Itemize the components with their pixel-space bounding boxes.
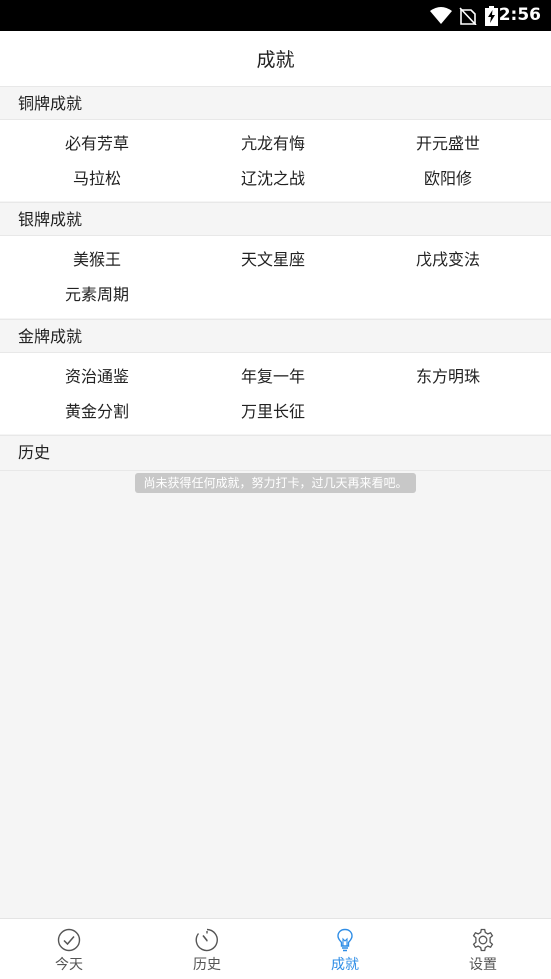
section-header-bronze: 铜牌成就 <box>0 86 551 120</box>
achievement-item[interactable]: 元素周期 <box>5 277 189 312</box>
lightbulb-icon <box>333 928 357 952</box>
achievement-item[interactable]: 必有芳草 <box>5 126 189 161</box>
achievement-item[interactable]: 开元盛世 <box>356 126 540 161</box>
nav-label: 今天 <box>55 957 83 973</box>
achievement-item[interactable]: 天文星座 <box>181 242 365 277</box>
nav-item-achievements[interactable]: 成就 <box>276 919 414 979</box>
nav-item-settings[interactable]: 设置 <box>414 919 551 979</box>
achievement-item[interactable]: 亢龙有悔 <box>181 126 365 161</box>
achievement-item[interactable]: 万里长征 <box>181 394 365 429</box>
section-title: 历史 <box>18 443 51 462</box>
status-time: 2:56 <box>498 5 541 25</box>
bronze-achievements: 必有芳草 亢龙有悔 开元盛世 马拉松 辽沈之战 欧阳修 <box>0 120 551 201</box>
section-header-history: 历史 <box>0 435 551 471</box>
achievement-item[interactable]: 年复一年 <box>181 359 365 394</box>
page-title: 成就 <box>256 49 295 71</box>
status-bar: 2:56 <box>0 0 551 31</box>
achievement-item[interactable]: 资治通鉴 <box>5 359 189 394</box>
achievement-item[interactable]: 马拉松 <box>5 161 189 196</box>
nav-item-today[interactable]: 今天 <box>0 919 138 979</box>
achievement-item[interactable]: 东方明珠 <box>356 359 540 394</box>
section-title: 银牌成就 <box>18 210 83 229</box>
achievement-item[interactable]: 欧阳修 <box>356 161 540 196</box>
nav-item-history[interactable]: 历史 <box>138 919 276 979</box>
check-circle-icon <box>57 928 81 952</box>
section-title: 金牌成就 <box>18 327 83 346</box>
achievement-item[interactable]: 黄金分割 <box>5 394 189 429</box>
gear-icon <box>471 928 495 952</box>
section-header-silver: 银牌成就 <box>0 202 551 236</box>
timer-icon <box>195 928 219 952</box>
no-sim-icon <box>459 0 477 31</box>
nav-label: 成就 <box>331 957 359 973</box>
nav-label: 历史 <box>193 957 221 973</box>
gold-achievements: 资治通鉴 年复一年 东方明珠 黄金分割 万里长征 <box>0 353 551 434</box>
section-title: 铜牌成就 <box>18 94 83 113</box>
section-header-gold: 金牌成就 <box>0 319 551 353</box>
achievement-item[interactable]: 美猴王 <box>5 242 189 277</box>
battery-charging-icon <box>485 0 498 31</box>
achievement-item[interactable]: 戊戌变法 <box>356 242 540 277</box>
toast-message: 尚未获得任何成就，努力打卡，过几天再来看吧。 <box>135 473 416 493</box>
silver-achievements: 美猴王 天文星座 戊戌变法 元素周期 <box>0 236 551 318</box>
title-bar: 成就 <box>0 31 551 87</box>
wifi-icon <box>430 0 452 31</box>
achievement-item[interactable]: 辽沈之战 <box>181 161 365 196</box>
bottom-nav: 今天 历史 成就 设置 <box>0 918 551 979</box>
nav-label: 设置 <box>469 957 497 973</box>
